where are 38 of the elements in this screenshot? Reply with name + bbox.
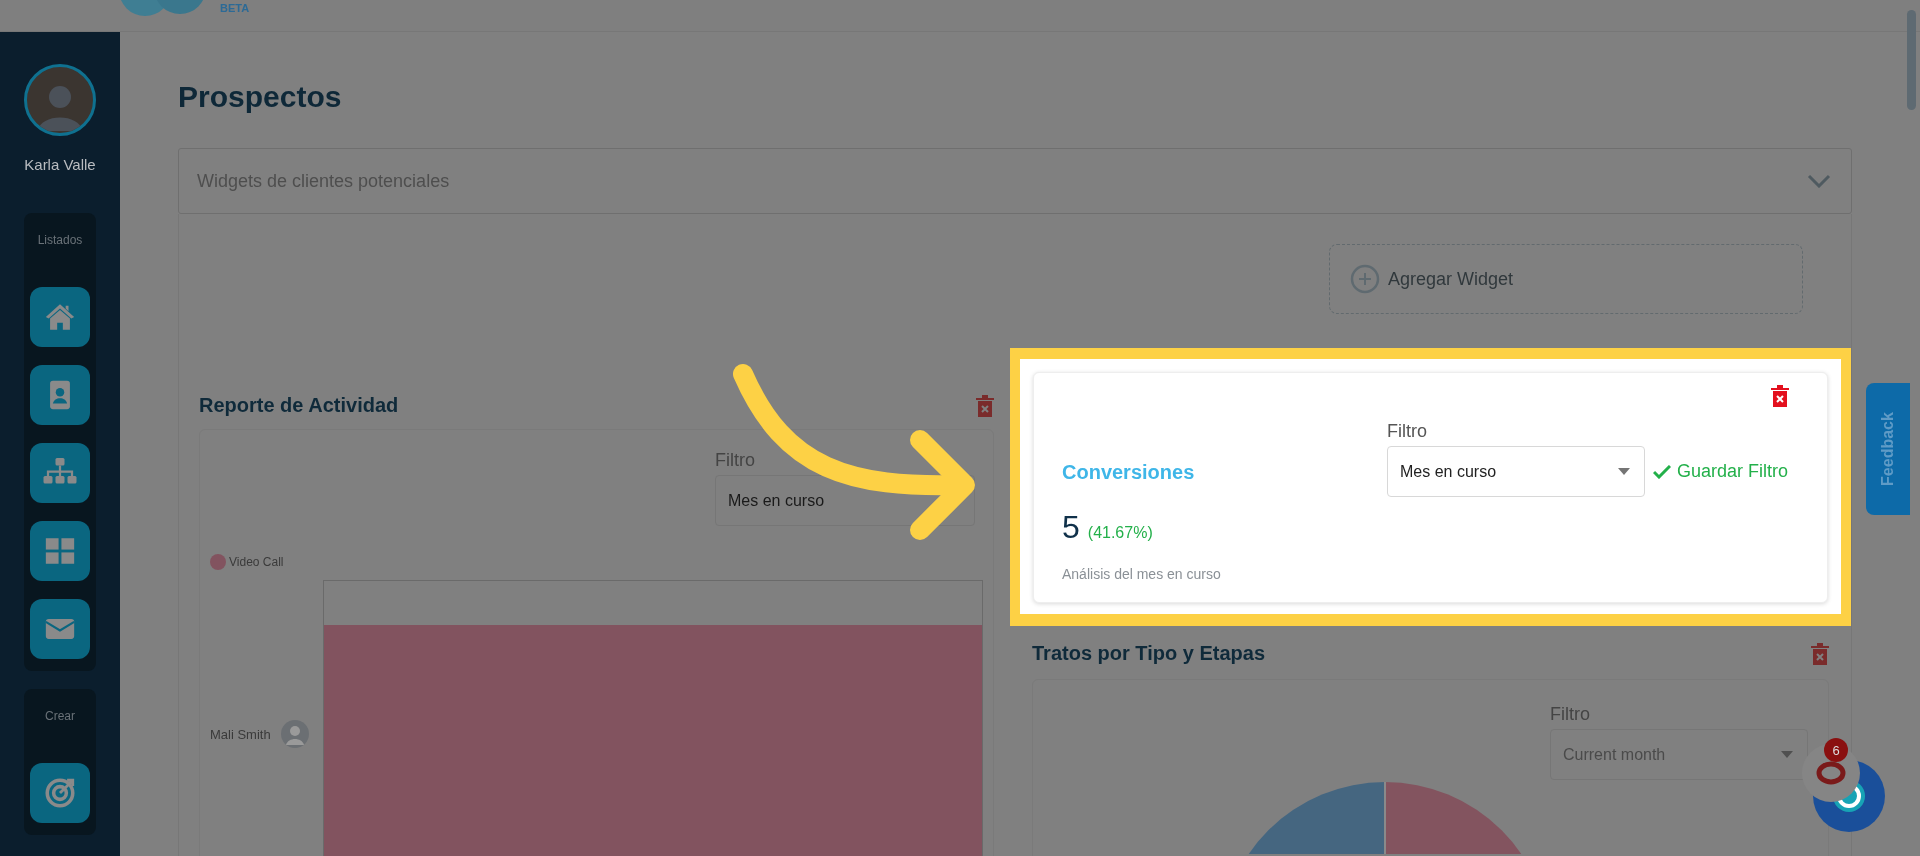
- target-icon[interactable]: [30, 763, 90, 823]
- filter-label: Filtro: [1387, 421, 1428, 442]
- caret-icon: [1618, 468, 1630, 475]
- check-icon: [1653, 464, 1671, 479]
- hierarchy-icon[interactable]: [30, 443, 90, 503]
- widget-title: Reporte de Actividad: [199, 394, 399, 417]
- mail-icon[interactable]: [30, 599, 90, 659]
- filter-label: Filtro: [715, 450, 756, 471]
- filter-label: Filtro: [1550, 704, 1591, 725]
- beta-label: BETA: [220, 2, 250, 14]
- widget-title: Conversiones: [1062, 461, 1196, 484]
- save-filter-button[interactable]: Guardar Filtro: [1645, 461, 1789, 482]
- legend-label: Video Call: [229, 555, 284, 569]
- stat-value: 5: [1062, 509, 1080, 546]
- avatar-icon: [280, 720, 309, 748]
- section-title: Listados: [37, 233, 83, 247]
- filter-select[interactable]: Mes en curso: [1387, 446, 1645, 497]
- widget-title: Tratos por Tipo y Etapas: [1032, 642, 1266, 665]
- add-widget-button[interactable]: Agregar Widget: [1329, 244, 1803, 314]
- plus-circle-icon: [1350, 264, 1380, 294]
- row-label: Mali Smith: [210, 726, 271, 742]
- user-name: Karla Valle: [24, 156, 96, 173]
- grid-icon[interactable]: [30, 521, 90, 581]
- home-icon[interactable]: [30, 287, 90, 347]
- lasso-icon: [1816, 761, 1846, 785]
- scrollbar[interactable]: [1907, 10, 1916, 110]
- stat-percent: (41.67%): [1087, 524, 1153, 542]
- feedback-tab[interactable]: Feedback: [1866, 383, 1910, 515]
- delete-icon[interactable]: [1811, 642, 1829, 665]
- delete-icon[interactable]: [976, 394, 994, 417]
- notification-badge: 6: [1824, 738, 1848, 762]
- section-title: Crear: [45, 709, 75, 723]
- caret-icon: [1781, 751, 1793, 758]
- chevron-down-icon: [1807, 174, 1831, 188]
- contact-card-icon[interactable]: [30, 365, 90, 425]
- delete-icon[interactable]: [1771, 385, 1789, 407]
- page-title: Prospectos: [178, 80, 343, 115]
- stat-caption: Análisis del mes en curso: [1062, 566, 1222, 582]
